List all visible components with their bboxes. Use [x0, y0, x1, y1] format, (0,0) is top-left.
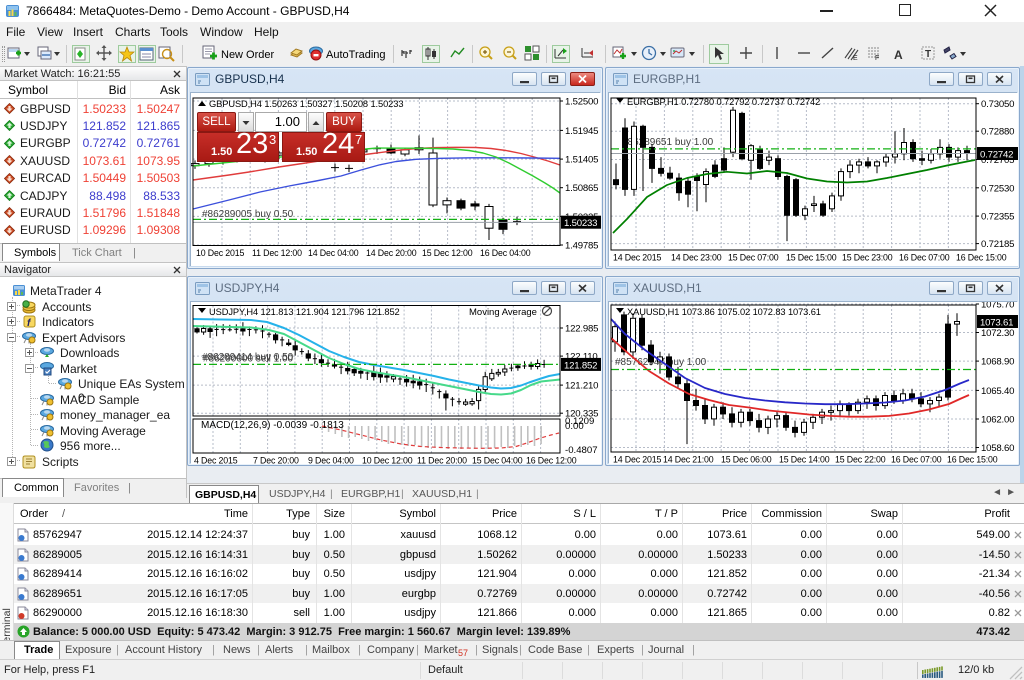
svg-text:Moving Average: Moving Average	[469, 307, 537, 318]
svg-text:15 Dec 15:00: 15 Dec 15:00	[786, 253, 837, 263]
svg-text:122.985: 122.985	[565, 324, 598, 335]
svg-text:T: T	[925, 49, 931, 60]
svg-text:1.50233: 1.50233	[564, 218, 597, 229]
svg-text:11 Dec 20:00: 11 Dec 20:00	[417, 456, 467, 465]
svg-text:0.72742: 0.72742	[980, 150, 1013, 161]
svg-text:0.72185: 0.72185	[981, 239, 1014, 250]
svg-text:-0.4807: -0.4807	[565, 445, 598, 456]
svg-text:10 Dec 12:00: 10 Dec 12:00	[362, 456, 413, 465]
svg-text:1.52500: 1.52500	[565, 97, 598, 108]
svg-text:GBPUSD,H4 1.50263 1.50327 1.5: GBPUSD,H4 1.50263 1.50327 1.50208 1.5023…	[209, 99, 403, 109]
svg-text:14 Dec 2015: 14 Dec 2015	[613, 253, 661, 263]
svg-text:#86290000 sell 1.00: #86290000 sell 1.00	[203, 354, 294, 365]
svg-text:16 Dec 04:00: 16 Dec 04:00	[480, 248, 531, 258]
svg-text:E: E	[853, 55, 858, 62]
svg-text:11 Dec 12:00: 11 Dec 12:00	[252, 248, 302, 258]
svg-text:15 Dec 07:00: 15 Dec 07:00	[728, 253, 779, 263]
svg-text:10 Dec 2015: 10 Dec 2015	[196, 248, 244, 258]
svg-text:16 Dec 07:00: 16 Dec 07:00	[899, 253, 950, 263]
svg-text:1.50865: 1.50865	[565, 183, 598, 194]
svg-text:14 Dec 2015: 14 Dec 2015	[613, 455, 661, 465]
svg-text:15 Dec 23:00: 15 Dec 23:00	[842, 253, 893, 263]
svg-text:15 Dec 14:00: 15 Dec 14:00	[779, 455, 830, 465]
svg-text:XAUUSD,H1 1073.86 1075.02 107: XAUUSD,H1 1073.86 1075.02 1072.83 1073.6…	[627, 307, 821, 317]
svg-text:USDJPY,H4 121.813 121.904 121: USDJPY,H4 121.813 121.904 121.796 121.85…	[209, 307, 400, 317]
svg-text:7 Dec 20:00: 7 Dec 20:00	[253, 456, 299, 465]
svg-text:121.852: 121.852	[564, 360, 597, 371]
svg-text:1.51945: 1.51945	[565, 126, 598, 137]
svg-text:14 Dec 20:00: 14 Dec 20:00	[366, 248, 417, 258]
svg-text:120.335: 120.335	[565, 409, 598, 420]
svg-text:1068.90: 1068.90	[981, 357, 1014, 368]
svg-text:1062.00: 1062.00	[981, 415, 1014, 426]
svg-text:0.00: 0.00	[565, 421, 584, 432]
svg-text:4 Dec 2015: 4 Dec 2015	[194, 456, 238, 465]
svg-text:1073.61: 1073.61	[980, 318, 1013, 329]
svg-text:F: F	[875, 55, 879, 62]
svg-text:EURGBP,H1 0.72780 0.72792 0.7: EURGBP,H1 0.72780 0.72792 0.72737 0.7274…	[627, 97, 820, 107]
svg-text:1.49785: 1.49785	[565, 241, 598, 252]
svg-text:1065.40: 1065.40	[981, 386, 1014, 397]
svg-text:15 Dec 12:00: 15 Dec 12:00	[422, 248, 473, 258]
svg-text:15 Dec 22:00: 15 Dec 22:00	[835, 455, 886, 465]
svg-text:15 Dec 04:00: 15 Dec 04:00	[472, 456, 523, 465]
svg-text:1072.30: 1072.30	[981, 328, 1014, 339]
svg-text:1.51405: 1.51405	[565, 155, 598, 166]
svg-text:16 Dec 07:00: 16 Dec 07:00	[891, 455, 942, 465]
svg-text:16 Dec 15:00: 16 Dec 15:00	[956, 253, 1007, 263]
svg-text:1058.60: 1058.60	[981, 443, 1014, 454]
svg-text:0.72355: 0.72355	[981, 212, 1014, 223]
svg-text:16 Dec 15:00: 16 Dec 15:00	[947, 455, 998, 465]
svg-text:0.72880: 0.72880	[981, 127, 1014, 138]
svg-text:0.73050: 0.73050	[981, 99, 1014, 110]
svg-text:15 Dec 06:00: 15 Dec 06:00	[721, 455, 772, 465]
svg-text:MACD(12,26,9) -0.0039 -0.1813: MACD(12,26,9) -0.0039 -0.1813	[201, 420, 344, 431]
svg-text:14 Dec 21:00: 14 Dec 21:00	[663, 455, 714, 465]
svg-text:16 Dec 12:00: 16 Dec 12:00	[526, 456, 577, 465]
svg-text:14 Dec 04:00: 14 Dec 04:00	[308, 248, 359, 258]
svg-text:9 Dec 04:00: 9 Dec 04:00	[308, 456, 354, 465]
svg-text:0.72530: 0.72530	[981, 183, 1014, 194]
svg-text:121.210: 121.210	[565, 381, 598, 392]
svg-text:1075.70: 1075.70	[981, 302, 1014, 311]
svg-text:#86289005 buy 0.50: #86289005 buy 0.50	[202, 209, 294, 220]
svg-text:14 Dec 23:00: 14 Dec 23:00	[671, 253, 722, 263]
